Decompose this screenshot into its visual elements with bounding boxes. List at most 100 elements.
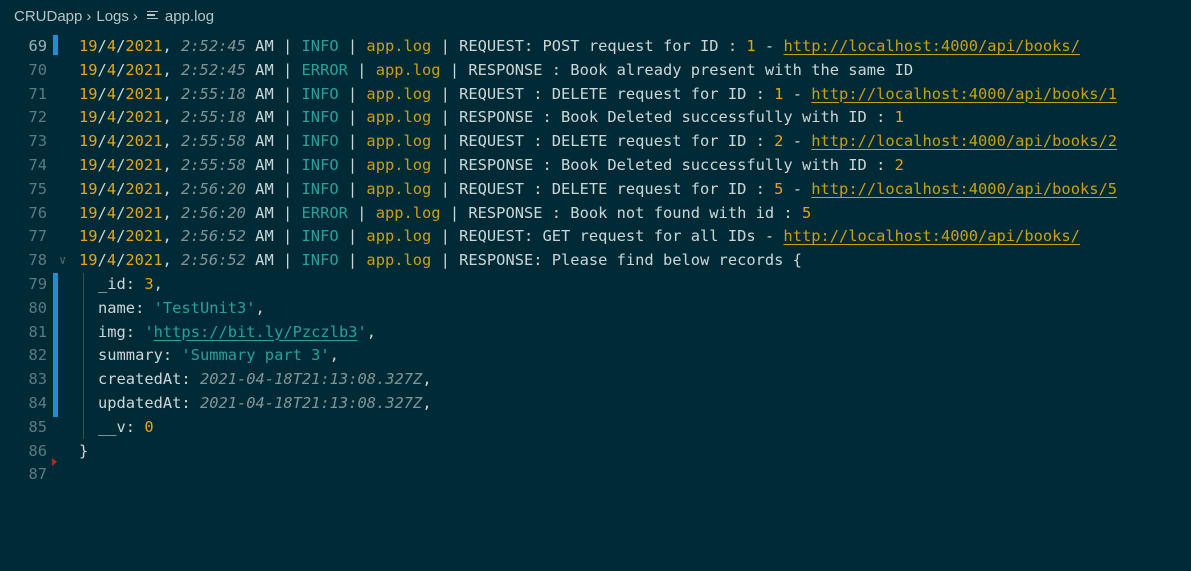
log-time: 2:55:18 xyxy=(181,84,246,103)
log-line-text[interactable]: 19/4/2021, 2:55:58 AM | INFO | app.log |… xyxy=(79,130,1117,154)
line-number: 72 xyxy=(28,108,47,127)
log-time: 2:55:58 xyxy=(181,132,246,151)
breadcrumb-project[interactable]: CRUDapp xyxy=(14,8,82,25)
line-number: 76 xyxy=(28,203,47,222)
record-text[interactable]: name: 'TestUnit3', xyxy=(98,297,265,321)
record-line: 87 xyxy=(0,463,1191,487)
separator: | xyxy=(431,84,460,103)
comma: , xyxy=(153,275,163,293)
separator: | xyxy=(338,37,367,55)
breadcrumb-folder[interactable]: Logs xyxy=(96,8,129,25)
log-message: RESPONSE : Book Deleted successfully wit… xyxy=(459,156,895,174)
line-number: 84 xyxy=(28,394,47,412)
record-text[interactable]: __v: 0 xyxy=(98,416,154,440)
log-level: INFO xyxy=(301,84,339,103)
record-line: 81 img: 'https://bit.ly/Pzczlb3', xyxy=(0,321,1191,345)
log-message: RESPONSE : Book already present with the… xyxy=(468,60,914,79)
log-level: INFO xyxy=(301,251,339,270)
log-message: RESPONSE : Book Deleted successfully wit… xyxy=(459,108,895,127)
log-line-text[interactable]: 19/4/2021, 2:56:20 AM | ERROR | app.log … xyxy=(79,202,811,226)
log-url-link[interactable]: http://localhost:4000/api/books/ xyxy=(783,37,1080,55)
breadcrumb-file[interactable]: app.log xyxy=(165,8,214,25)
log-line: 72 19/4/2021, 2:55:18 AM | INFO | app.log… xyxy=(0,106,1191,130)
log-line-text[interactable]: 19/4/2021, 2:56:52 AM | INFO | app.log |… xyxy=(79,249,802,273)
log-time: 2:56:52 xyxy=(181,227,246,246)
separator: | xyxy=(273,60,302,79)
chevron-right-icon: › xyxy=(86,8,92,25)
log-file: app.log xyxy=(375,203,441,222)
log-line-text[interactable]: 19/4/2021, 2:55:18 AM | INFO | app.log |… xyxy=(79,106,904,130)
separator: | xyxy=(431,132,460,151)
record-key: createdAt: xyxy=(98,370,200,389)
log-url-link[interactable]: http://localhost:4000/api/books/5 xyxy=(811,180,1117,198)
quote: ' xyxy=(144,322,154,341)
line-number: 85 xyxy=(28,417,47,436)
log-file: app.log xyxy=(366,227,432,246)
log-date: 19/4/2021 xyxy=(79,108,163,127)
separator: | xyxy=(273,108,302,127)
log-level: ERROR xyxy=(301,60,348,79)
log-line-text[interactable]: 19/4/2021, 2:52:45 AM | INFO | app.log |… xyxy=(79,35,1080,59)
chevron-right-icon: › xyxy=(132,8,138,25)
separator: | xyxy=(338,108,367,127)
record-text[interactable]: createdAt: 2021-04-18T21:13:08.327Z, xyxy=(98,368,432,392)
quote: ' xyxy=(357,322,367,341)
record-value: 'TestUnit3' xyxy=(153,298,256,317)
log-url-link[interactable]: http://localhost:4000/api/books/1 xyxy=(811,85,1117,103)
separator: | xyxy=(440,203,469,222)
record-line: 80 name: 'TestUnit3', xyxy=(0,297,1191,321)
separator: | xyxy=(338,156,367,174)
closing-brace: } xyxy=(79,441,89,460)
log-date: 19/4/2021 xyxy=(79,60,163,79)
log-url-link[interactable]: http://localhost:4000/api/books/2 xyxy=(811,132,1117,150)
separator: | xyxy=(338,179,367,198)
line-number: 87 xyxy=(28,465,47,484)
comma: , xyxy=(422,370,432,389)
record-line: 83 createdAt: 2021-04-18T21:13:08.327Z, xyxy=(0,368,1191,392)
log-date: 19/4/2021 xyxy=(79,251,163,270)
comma: , xyxy=(366,322,377,341)
log-line-text[interactable]: 19/4/2021, 2:56:20 AM | INFO | app.log |… xyxy=(79,178,1117,202)
separator: | xyxy=(273,132,302,151)
log-ampm: AM xyxy=(255,251,274,270)
log-dash: - xyxy=(783,84,812,103)
log-time: 2:52:45 xyxy=(181,37,246,55)
record-key: img: xyxy=(98,322,145,341)
fold-chevron-down-icon[interactable]: ∨ xyxy=(59,249,66,273)
log-file: app.log xyxy=(366,108,432,127)
log-line-text[interactable]: 19/4/2021, 2:55:58 AM | INFO | app.log |… xyxy=(79,154,904,178)
separator: | xyxy=(338,251,367,270)
line-number: 80 xyxy=(28,298,47,317)
log-time: 2:56:20 xyxy=(181,203,246,222)
separator: | xyxy=(431,227,460,246)
record-text[interactable]: img: 'https://bit.ly/Pzczlb3', xyxy=(98,321,376,345)
record-img-link[interactable]: https://bit.ly/Pzczlb3 xyxy=(154,323,358,341)
log-url-link[interactable]: http://localhost:4000/api/books/ xyxy=(783,227,1080,245)
log-date: 19/4/2021 xyxy=(79,37,163,55)
log-level: INFO xyxy=(301,37,339,55)
log-message: RESPONSE : Book not found with id : xyxy=(468,203,802,222)
record-text[interactable]: } xyxy=(79,440,88,464)
record-text[interactable]: summary: 'Summary part 3', xyxy=(98,344,339,368)
comma: , xyxy=(329,346,339,365)
log-message: REQUEST: POST request for ID : xyxy=(459,37,747,55)
separator: | xyxy=(347,60,376,79)
editor[interactable]: 69 19/4/2021, 2:52:45 AM | INFO | app.log… xyxy=(0,33,1191,571)
log-file: app.log xyxy=(375,60,441,79)
log-line-text[interactable]: 19/4/2021, 2:52:45 AM | ERROR | app.log … xyxy=(79,59,913,83)
log-line-text[interactable]: 19/4/2021, 2:55:18 AM | INFO | app.log |… xyxy=(79,83,1117,107)
record-value: 2021-04-18T21:13:08.327Z xyxy=(199,370,423,389)
record-line: 85 __v: 0 xyxy=(0,416,1191,440)
record-text[interactable]: _id: 3, xyxy=(98,273,163,297)
log-ampm: AM xyxy=(255,203,274,222)
record-text[interactable]: updatedAt: 2021-04-18T21:13:08.327Z, xyxy=(98,392,432,416)
record-key: __v: xyxy=(98,417,145,436)
log-line: 77 19/4/2021, 2:56:52 AM | INFO | app.log… xyxy=(0,225,1191,249)
log-line: 73 19/4/2021, 2:55:58 AM | INFO | app.log… xyxy=(0,130,1191,154)
log-level: INFO xyxy=(301,132,339,151)
separator: | xyxy=(440,60,469,79)
log-line-text[interactable]: 19/4/2021, 2:56:52 AM | INFO | app.log |… xyxy=(79,225,1080,249)
log-date: 19/4/2021 xyxy=(79,203,163,222)
record-value: 3 xyxy=(144,275,154,293)
log-time: 2:52:45 xyxy=(181,60,246,79)
